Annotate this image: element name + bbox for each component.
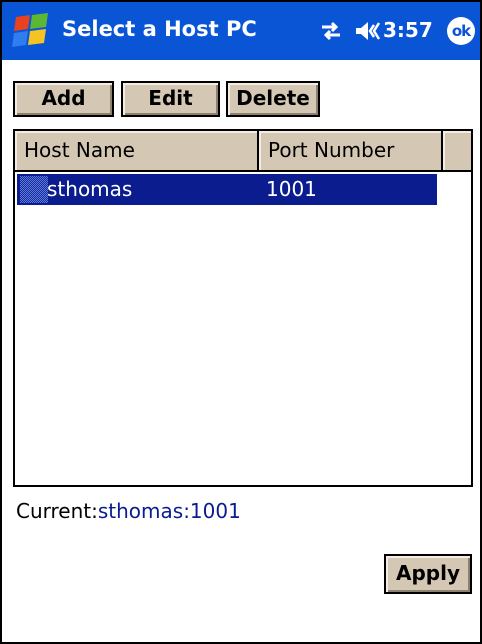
add-button[interactable]: Add	[13, 81, 114, 117]
edit-button[interactable]: Edit	[121, 81, 220, 117]
ok-button[interactable]: ok	[447, 17, 475, 45]
port-number-cell: 1001	[266, 177, 317, 201]
delete-button[interactable]: Delete	[226, 81, 320, 117]
column-header-host-name[interactable]: Host Name	[15, 131, 259, 172]
device-screen: Select a Host PC 3:57 ok Add Edit Delete…	[0, 0, 482, 644]
current-value: sthomas:1001	[97, 499, 241, 523]
apply-button[interactable]: Apply	[384, 554, 472, 594]
host-computer-icon	[20, 176, 48, 203]
title-bar: Select a Host PC 3:57 ok	[2, 2, 480, 60]
column-header-port-number[interactable]: Port Number	[259, 131, 443, 172]
current-label: Current:	[16, 499, 98, 523]
clock[interactable]: 3:57	[383, 18, 433, 42]
windows-flag-icon[interactable]	[10, 13, 52, 49]
list-header: Host Name Port Number	[15, 131, 471, 172]
speaker-icon[interactable]	[354, 20, 382, 42]
table-row[interactable]: sthomas 1001	[17, 174, 437, 205]
window-title: Select a Host PC	[62, 17, 257, 41]
hosts-list[interactable]: Host Name Port Number sthomas 1001	[13, 129, 473, 487]
host-name-cell: sthomas	[47, 177, 133, 201]
connectivity-arrows-icon[interactable]	[318, 19, 344, 43]
current-host: Current:sthomas:1001	[16, 499, 241, 523]
column-header-filler	[443, 131, 471, 172]
